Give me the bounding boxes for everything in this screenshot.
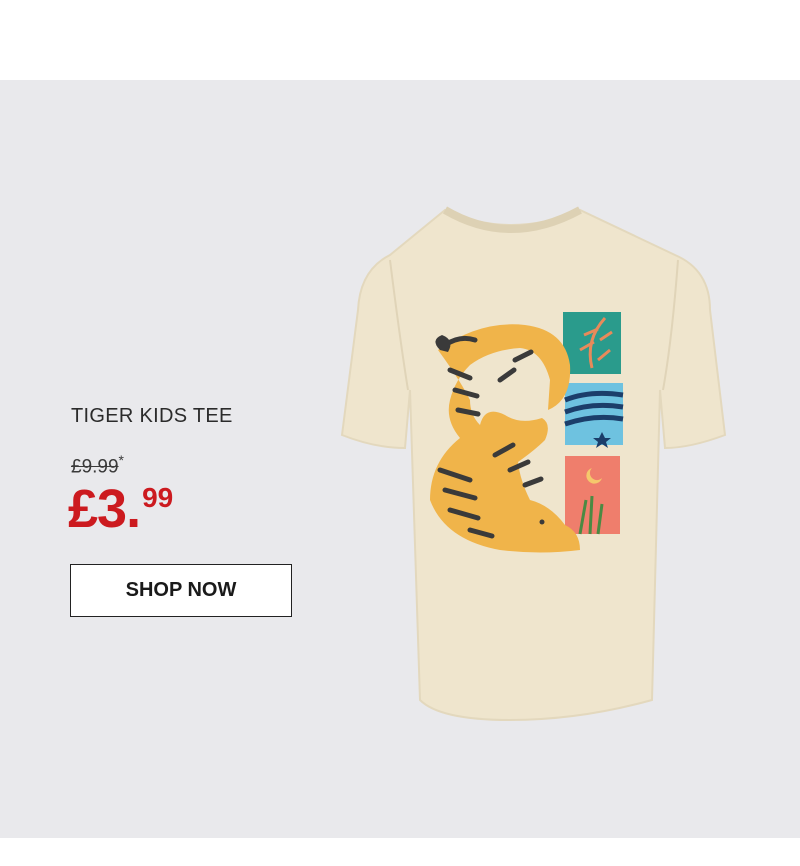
product-title: TIGER KIDS TEE [71,405,233,427]
old-price-block: £9.99* [71,452,124,478]
tshirt-body [340,208,727,722]
sale-price-main: £3. [68,479,141,539]
page-footer-spacer [0,838,800,866]
price-asterisk: * [118,452,124,468]
coral-moon-panel [565,456,620,534]
sale-price: £3.99 [68,478,173,540]
sale-price-pennies: 99 [142,482,174,513]
shop-now-button[interactable]: SHOP NOW [70,564,292,617]
tshirt-image[interactable] [280,200,740,740]
old-price: £9.99 [71,456,119,478]
tiger-eye [539,519,545,525]
